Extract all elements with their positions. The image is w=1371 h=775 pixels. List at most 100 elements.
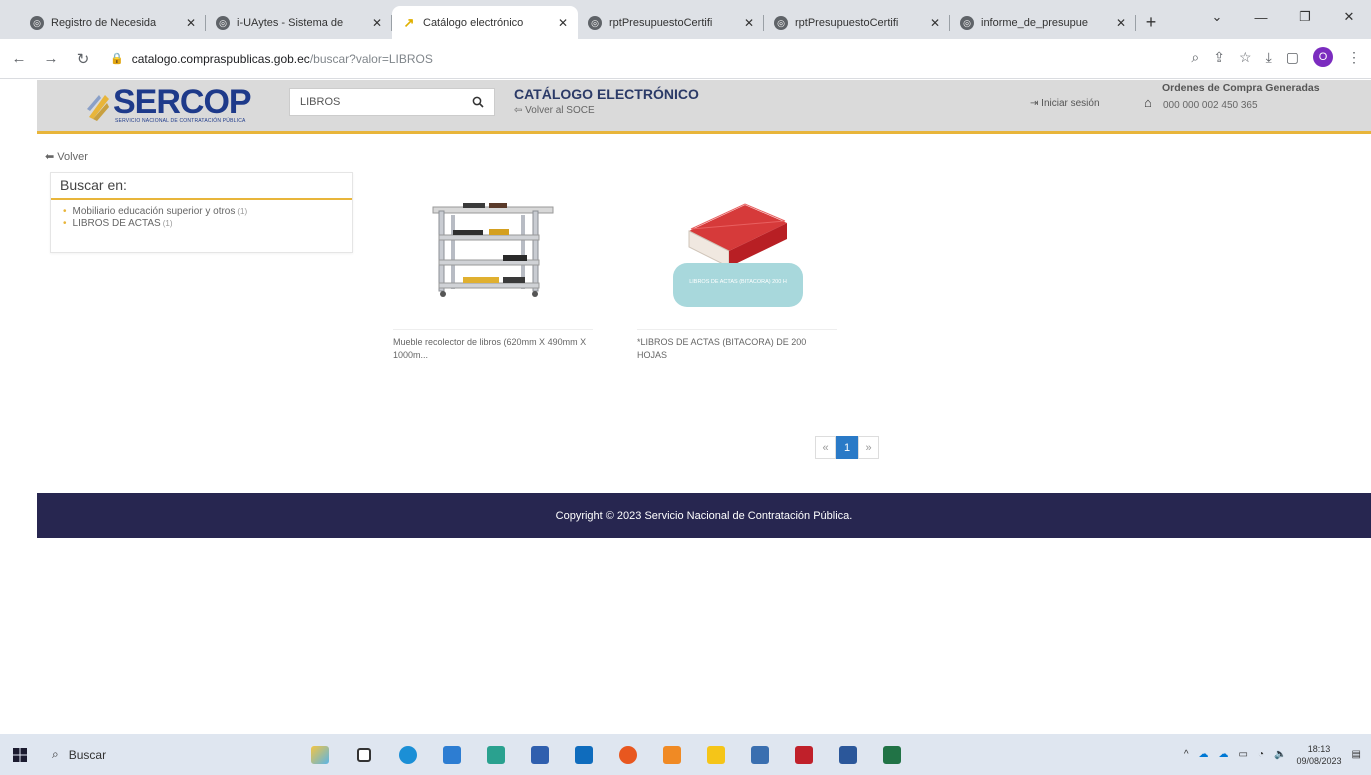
outlook-icon[interactable] (562, 734, 606, 775)
store-icon[interactable] (430, 734, 474, 775)
tab-search-icon[interactable]: ⌄ (1195, 9, 1239, 25)
reload-icon[interactable]: ↻ (70, 50, 96, 68)
close-tab-icon[interactable]: ✕ (184, 16, 198, 30)
clock-date: 09/08/2023 (1296, 755, 1342, 766)
window-controls: ⌄ — ❐ ✕ (1195, 0, 1371, 34)
mcafee-icon[interactable] (782, 734, 826, 775)
files-icon[interactable] (518, 734, 562, 775)
file-explorer-icon[interactable] (694, 734, 738, 775)
close-tab-icon[interactable]: ✕ (1114, 16, 1128, 30)
edge-icon[interactable] (386, 734, 430, 775)
filter-title: Buscar en: (51, 173, 352, 200)
url-domain: catalogo.compraspublicas.gob.ec (131, 51, 310, 66)
pagination-next-button[interactable]: » (858, 436, 879, 459)
close-tab-icon[interactable]: ✕ (556, 16, 570, 30)
onedrive-icon[interactable]: ☁ (1219, 749, 1229, 760)
product-badge-text: LIBROS DE ACTAS (BITACORA) 200 H (689, 279, 787, 285)
home-icon[interactable]: ⌂ (1144, 95, 1152, 110)
logo-text: SERCOP (113, 83, 252, 121)
search-icon[interactable] (462, 89, 494, 115)
login-label: Iniciar sesión (1041, 98, 1100, 109)
catalog-title: CATÁLOGO ELECTRÓNICO (514, 86, 699, 102)
volume-icon[interactable]: 🔈 (1274, 749, 1286, 760)
browser-tab[interactable]: ◎ rptPresupuestoCertifi ✕ (764, 6, 950, 39)
bookmark-star-icon[interactable]: ☆ (1239, 49, 1252, 66)
url-path: /buscar?valor=LIBROS (309, 51, 433, 66)
close-tab-icon[interactable]: ✕ (370, 16, 384, 30)
pagination-page-1[interactable]: 1 (836, 436, 858, 459)
pagination: « 1 » (815, 436, 879, 459)
browser-tab[interactable]: ◎ informe_de_presupue ✕ (950, 6, 1136, 39)
back-to-soce-link[interactable]: ⇦ Volver al SOCE (514, 105, 595, 116)
pagination-prev-button[interactable]: « (815, 436, 836, 459)
back-link-label: Volver (57, 151, 88, 163)
tab-title: Catálogo electrónico (423, 16, 524, 29)
signin-arrow-icon: ⇦ (514, 105, 526, 116)
login-icon: ⇥ (1030, 98, 1042, 109)
footer-copyright: Copyright © 2023 Servicio Nacional de Co… (555, 509, 853, 522)
new-tab-button[interactable]: + (1136, 6, 1166, 39)
task-view-icon[interactable] (342, 734, 386, 775)
system-tray: ^ ☁ ☁ ▭ ◔ 🔈 18:13 09/08/2023 ▤ (1184, 734, 1361, 775)
photos-icon[interactable] (738, 734, 782, 775)
globe-icon: ◎ (30, 15, 44, 30)
minimize-icon[interactable]: — (1239, 10, 1283, 25)
windows-taskbar: ⌕ Buscar ^ ☁ ☁ ▭ ◔ 🔈 18:13 09/08/2023 ▤ (0, 734, 1371, 775)
product-image[interactable] (393, 185, 593, 325)
back-link[interactable]: ⬅ Volver (45, 150, 88, 163)
back-to-soce-label: Volver al SOCE (525, 105, 595, 116)
sidebar-icon[interactable]: ▢ (1286, 49, 1299, 66)
menu-icon[interactable]: ⋮ (1347, 49, 1361, 66)
onedrive-icon[interactable]: ☁ (1199, 749, 1209, 760)
browser-tab[interactable]: ◎ Registro de Necesida ✕ (20, 6, 206, 39)
restore-icon[interactable]: ❐ (1283, 9, 1327, 25)
close-tab-icon[interactable]: ✕ (928, 16, 942, 30)
product-image[interactable]: LIBROS DE ACTAS (BITACORA) 200 H (637, 185, 837, 325)
download-icon[interactable]: ⤓ (1266, 49, 1272, 66)
widgets-icon[interactable] (298, 734, 342, 775)
lock-icon: 🔒 (110, 53, 124, 65)
sercop-logo[interactable]: SERCOP SERVICIO NACIONAL DE CONTRATACIÓN… (85, 83, 255, 127)
product-card[interactable]: LIBROS DE ACTAS (BITACORA) 200 H *LIBROS… (637, 185, 837, 362)
windows-start-icon[interactable] (0, 734, 40, 775)
search-icon: ⌕ (52, 747, 59, 761)
forward-arrow-icon[interactable]: → (38, 50, 64, 67)
back-arrow-icon[interactable]: ← (6, 50, 32, 67)
zoom-icon[interactable]: ⌕ (1191, 49, 1199, 66)
filter-count: (1) (162, 219, 173, 228)
teams-icon[interactable] (474, 734, 518, 775)
search-input[interactable] (290, 89, 462, 115)
product-name[interactable]: Mueble recolector de libros (620mm X 490… (393, 336, 593, 362)
office-icon[interactable] (650, 734, 694, 775)
share-icon[interactable]: ⇪ (1213, 49, 1225, 66)
product-separator (637, 329, 837, 330)
notification-icon[interactable]: ▤ (1352, 749, 1361, 760)
filter-panel: Buscar en: • Mobiliario educación superio… (50, 172, 353, 253)
excel-icon[interactable] (870, 734, 914, 775)
catalog-search (289, 88, 495, 116)
firefox-icon[interactable] (606, 734, 650, 775)
network-icon[interactable]: ▭ (1239, 749, 1248, 760)
clock[interactable]: 18:13 09/08/2023 (1297, 743, 1342, 767)
browser-tab[interactable]: ◎ rptPresupuestoCertifi ✕ (578, 6, 764, 39)
browser-tab-active[interactable]: ↗ Catálogo electrónico ✕ (392, 6, 578, 39)
wifi-icon[interactable]: ◔ (1258, 749, 1264, 760)
globe-icon: ◎ (774, 15, 788, 30)
taskbar-search[interactable]: ⌕ Buscar (40, 734, 250, 775)
chevron-up-icon[interactable]: ^ (1184, 749, 1189, 760)
close-window-icon[interactable]: ✕ (1327, 9, 1371, 25)
login-link[interactable]: ⇥ Iniciar sesión (1030, 98, 1100, 109)
close-tab-icon[interactable]: ✕ (742, 16, 756, 30)
url-field[interactable]: 🔒 catalogo.compraspublicas.gob.ec/buscar… (110, 45, 1070, 73)
sercop-favicon-icon: ↗ (403, 14, 415, 30)
globe-icon: ◎ (216, 15, 230, 30)
word-icon[interactable] (826, 734, 870, 775)
filter-item[interactable]: • Mobiliario educación superior y otros (1… (63, 206, 352, 218)
book-shelf-cart-image (432, 203, 554, 297)
filter-item[interactable]: • LIBROS DE ACTAS (1) (63, 218, 352, 230)
browser-toolbar-icons: ⌕ ⇪ ☆ ⤓ ▢ O ⋮ (1191, 47, 1361, 67)
product-card[interactable]: Mueble recolector de libros (620mm X 490… (393, 185, 593, 362)
browser-tab[interactable]: ◎ i-UAytes - Sistema de ✕ (206, 6, 392, 39)
profile-avatar[interactable]: O (1313, 47, 1333, 67)
product-name[interactable]: *LIBROS DE ACTAS (BITACORA) DE 200 HOJAS (637, 336, 837, 362)
